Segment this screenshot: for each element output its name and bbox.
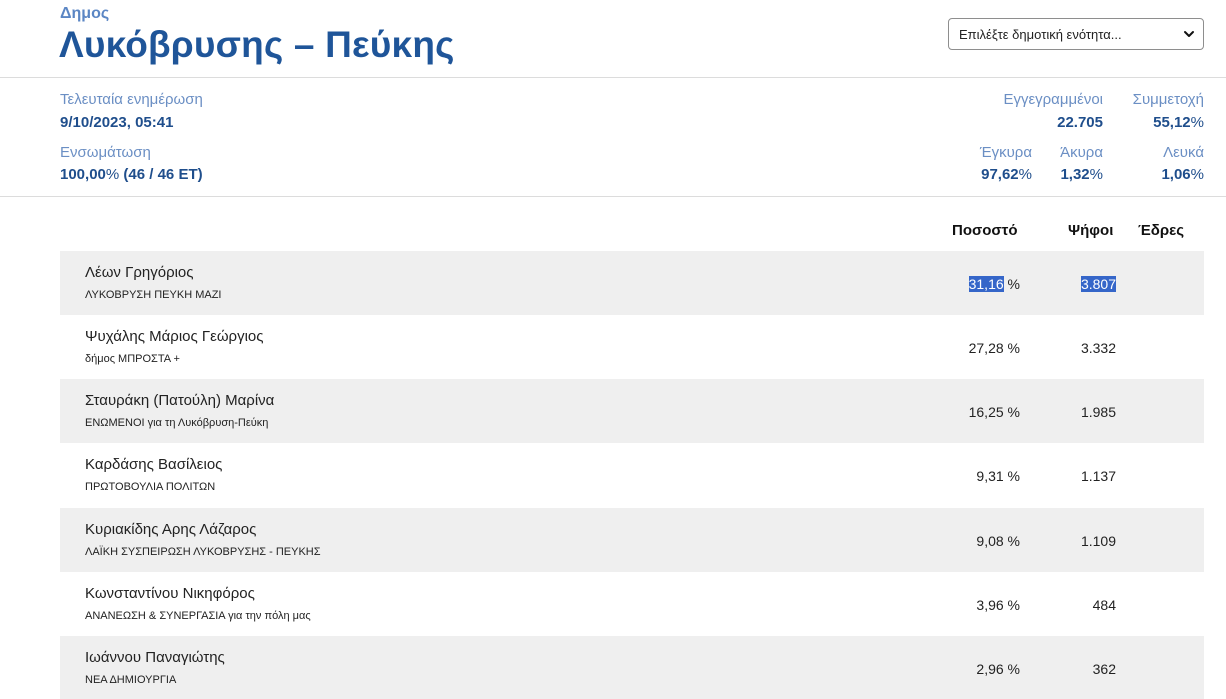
candidate-name: Ψυχάλης Μάριος Γεώργιος (85, 328, 264, 345)
table-row: Ιωάννου Παναγιώτης ΝΕΑ ΔΗΜΙΟΥΡΓΙΑ 2,96 %… (60, 636, 1204, 699)
valid-label: Έγκυρα (979, 144, 1032, 161)
pct-sign: % (1007, 661, 1020, 677)
party-name: ΑΝΑΝΕΩΣΗ & ΣΥΝΕΡΓΑΣΙΑ για την πόλη μας (85, 610, 311, 622)
table-row: Ψυχάλης Μάριος Γεώργιος δήμος ΜΠΡΟΣΤΑ + … (60, 315, 1204, 379)
column-header-percent: Ποσοστό (952, 222, 1018, 239)
turnout-percent: 55,12 (1153, 114, 1191, 131)
registered-value: 22.705 (1057, 114, 1103, 131)
pct-sign: % (1007, 404, 1020, 420)
turnout-pct-sign: % (1190, 114, 1204, 131)
vote-percent: 9,31 % (976, 468, 1020, 484)
table-row: Λέων Γρηγόριος ΛΥΚΟΒΡΥΣΗ ΠΕΥΚΗ ΜΑΖΙ 31,1… (60, 251, 1204, 315)
vote-count: 3.332 (1080, 340, 1116, 356)
vote-percent-value: 3,96 (976, 597, 1004, 613)
vote-percent: 9,08 % (976, 533, 1020, 549)
vote-percent-value: 31,16 (968, 276, 1004, 292)
table-row: Σταυράκη (Πατούλη) Μαρίνα ΕΝΩΜΕΝΟΙ για τ… (60, 379, 1204, 443)
candidate-name: Λέων Γρηγόριος (85, 264, 194, 281)
integration-percent: 100,00 (60, 166, 106, 183)
valid-value: 97,62% (981, 166, 1032, 183)
party-name: ΕΝΩΜΕΝΟΙ για τη Λυκόβρυση-Πεύκη (85, 417, 269, 429)
vote-percent-value: 27,28 (968, 340, 1004, 356)
pct-sign: % (1007, 276, 1020, 292)
vote-percent: 16,25 % (969, 404, 1020, 420)
vote-count: 1.137 (1080, 468, 1116, 484)
page-header: Δημος Λυκόβρυσης – Πεύκης Επιλέξτε δημοτ… (0, 0, 1226, 78)
candidate-name: Κωνσταντίνου Νικηφόρος (85, 585, 255, 602)
vote-count: 3.807 (1080, 276, 1116, 292)
blank-value: 1,06% (1161, 166, 1204, 183)
vote-percent-value: 9,08 (976, 533, 1004, 549)
candidate-name: Ιωάννου Παναγιώτης (85, 649, 225, 666)
candidate-name: Καρδάσης Βασίλειος (85, 456, 223, 473)
valid-pct-sign: % (1018, 166, 1032, 183)
party-name: ΝΕΑ ΔΗΜΙΟΥΡΓΙΑ (85, 674, 177, 686)
candidate-name: Κυριακίδης Αρης Λάζαρος (85, 521, 257, 538)
blank-pct-sign: % (1190, 166, 1204, 183)
column-header-seats: Έδρες (1138, 222, 1185, 239)
pct-sign: % (1007, 468, 1020, 484)
invalid-value: 1,32% (1060, 166, 1103, 183)
vote-count: 1.985 (1080, 404, 1116, 420)
vote-count: 1.109 (1080, 533, 1116, 549)
party-name: ΠΡΩΤΟΒΟΥΛΙΑ ΠΟΛΙΤΩΝ (85, 481, 216, 493)
valid-percent: 97,62 (981, 166, 1019, 183)
summary-panel: Τελευταία ενημέρωση 9/10/2023, 05:41 Ενσ… (0, 78, 1226, 197)
last-update-label: Τελευταία ενημέρωση (60, 91, 203, 108)
vote-percent: 31,16 % (968, 276, 1020, 292)
blank-percent: 1,06 (1161, 166, 1191, 183)
turnout-label: Συμμετοχή (1132, 91, 1204, 108)
candidate-name: Σταυράκη (Πατούλη) Μαρίνα (85, 392, 275, 409)
vote-count-value: 3.807 (1080, 276, 1116, 292)
vote-percent: 2,96 % (976, 661, 1020, 677)
registered-label: Εγγεγραμμένοι (1003, 91, 1103, 108)
vote-count: 484 (1092, 597, 1116, 613)
vote-percent-value: 16,25 (968, 404, 1004, 420)
vote-percent-value: 9,31 (976, 468, 1004, 484)
integration-detail: (46 / 46 ΕΤ) (123, 166, 203, 183)
pct-sign: % (1007, 597, 1020, 613)
vote-percent: 3,96 % (976, 597, 1020, 613)
integration-value: 100,00% (46 / 46 ΕΤ) (60, 166, 203, 183)
invalid-label: Άκυρα (1060, 144, 1103, 161)
integration-label: Ενσωμάτωση (60, 144, 151, 161)
blank-label: Λευκά (1163, 144, 1204, 161)
vote-count: 362 (1092, 661, 1116, 677)
invalid-percent: 1,32 (1060, 166, 1090, 183)
page-kicker: Δημος (60, 5, 110, 22)
last-update-value: 9/10/2023, 05:41 (60, 114, 174, 131)
page-title: Λυκόβρυσης – Πεύκης (59, 24, 455, 65)
pct-sign: % (1007, 340, 1020, 356)
municipal-unit-select[interactable]: Επιλέξτε δημοτική ενότητα... (948, 18, 1204, 50)
integration-pct-sign: % (105, 166, 120, 183)
party-name: δήμος ΜΠΡΟΣΤΑ + (85, 353, 180, 365)
party-name: ΛΥΚΟΒΡΥΣΗ ΠΕΥΚΗ ΜΑΖΙ (85, 289, 222, 301)
select-value: Επιλέξτε δημοτική ενότητα... (959, 27, 1122, 42)
vote-percent-value: 2,96 (976, 661, 1004, 677)
turnout-value: 55,12% (1153, 114, 1204, 131)
chevron-down-icon (1184, 31, 1194, 37)
party-name: ΛΑΪΚΗ ΣΥΣΠΕΙΡΩΣΗ ΛΥΚΟΒΡΥΣΗΣ - ΠΕΥΚΗΣ (85, 546, 321, 558)
invalid-pct-sign: % (1089, 166, 1103, 183)
table-row: Κωνσταντίνου Νικηφόρος ΑΝΑΝΕΩΣΗ & ΣΥΝΕΡΓ… (60, 572, 1204, 636)
table-row: Καρδάσης Βασίλειος ΠΡΩΤΟΒΟΥΛΙΑ ΠΟΛΙΤΩΝ 9… (60, 443, 1204, 507)
column-header-votes: Ψήφοι (1068, 222, 1114, 239)
table-row: Κυριακίδης Αρης Λάζαρος ΛΑΪΚΗ ΣΥΣΠΕΙΡΩΣΗ… (60, 508, 1204, 572)
pct-sign: % (1007, 533, 1020, 549)
vote-percent: 27,28 % (969, 340, 1020, 356)
